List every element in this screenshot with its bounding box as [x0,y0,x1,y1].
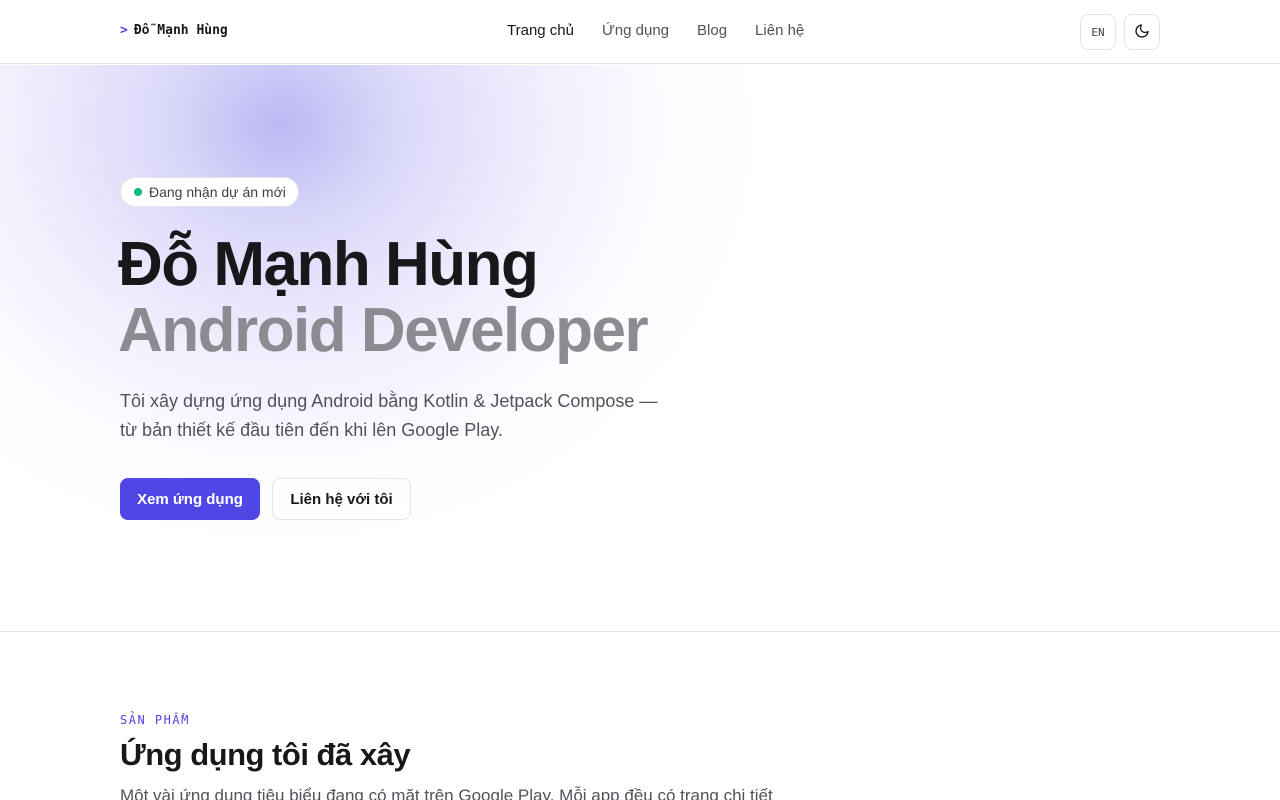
brand-logo[interactable]: > Đỗ Mạnh Hùng [120,23,228,38]
nav-item-apps[interactable]: Ứng dụng [602,22,669,39]
site-header: > Đỗ Mạnh Hùng Trang chủ Ứng dụng Blog Li… [0,0,1280,64]
hero-description: Tôi xây dựng ứng dụng Android bằng Kotli… [120,387,700,445]
hero-role-heading: Android Developer [118,296,649,365]
hero-section: Đang nhận dự án mới Đỗ Mạnh Hùng Android… [0,65,1280,632]
nav-item-home[interactable]: Trang chủ [507,22,574,39]
status-badge: Đang nhận dự án mới [120,177,299,207]
theme-toggle-button[interactable] [1124,14,1160,50]
brand-prompt: > [120,23,128,38]
contact-me-button[interactable]: Liên hệ với tôi [272,478,411,520]
hero-description-line-1: Tôi xây dựng ứng dụng Android bằng Kotli… [120,391,658,411]
view-apps-button[interactable]: Xem ứng dụng [120,478,260,520]
hero-name-heading: Đỗ Mạnh Hùng [118,230,539,299]
status-dot-icon [134,188,142,196]
nav-item-blog[interactable]: Blog [697,22,727,39]
brand-name: Đỗ Mạnh Hùng [133,23,228,38]
section-description: Một vài ứng dụng tiêu biểu đang có mặt t… [120,786,773,800]
hero-description-line-2: từ bản thiết kế đầu tiên đến khi lên Goo… [120,420,503,440]
main-nav: Trang chủ Ứng dụng Blog Liên hệ [507,22,804,39]
nav-item-contact[interactable]: Liên hệ [755,22,804,39]
section-eyebrow: SẢN PHẨM [120,713,190,727]
section-title: Ứng dụng tôi đã xây [120,737,411,772]
status-badge-label: Đang nhận dự án mới [149,184,286,200]
language-label: EN [1091,25,1105,39]
moon-icon [1134,23,1150,42]
language-toggle-button[interactable]: EN [1080,14,1116,50]
